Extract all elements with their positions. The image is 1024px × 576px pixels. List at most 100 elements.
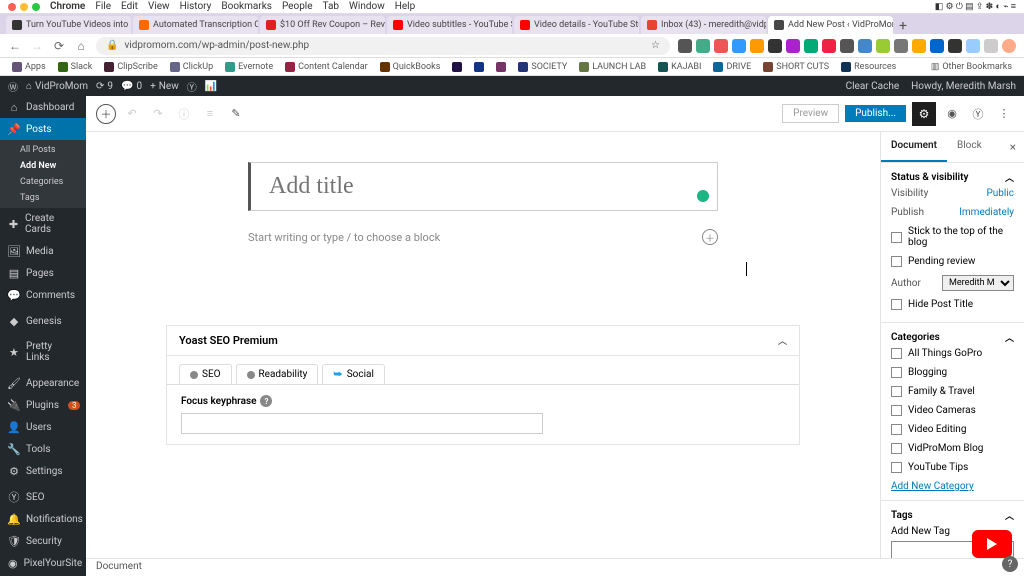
bookmark-item[interactable]: Apps [8,62,50,72]
jetpack-icon[interactable]: ◉ [942,104,962,124]
yoast-icon[interactable]: Ⓨ [968,104,988,124]
bookmark-item[interactable]: Content Calendar [281,62,372,72]
seo-icon[interactable]: Ⓨ [187,79,197,94]
bookmark-item[interactable] [448,62,466,72]
bookmark-item[interactable]: ClickUp [166,62,217,72]
yoast-tab-social[interactable]: ⮩Social [322,364,385,384]
bookmark-item[interactable]: DRIVE [709,62,755,72]
pending-checkbox[interactable] [891,256,902,267]
sidebar-subitem[interactable]: Tags [0,190,86,206]
howdy-user[interactable]: Howdy, Meredith Marsh [911,81,1016,92]
sidebar-item-dashboard[interactable]: ⌂Dashboard [0,96,86,118]
browser-tab[interactable]: Automated Transcription Check× [133,16,258,34]
outline-button[interactable]: ≡ [200,104,220,124]
add-block-button[interactable]: ＋ [96,104,116,124]
ext-icon[interactable] [894,39,908,53]
category-checkbox[interactable] [891,405,902,416]
menu-file[interactable]: File [95,1,111,12]
ext-icon[interactable] [804,39,818,53]
editor-footer[interactable]: Document [86,558,1024,576]
bookmark-item[interactable]: Evernote [221,62,277,72]
menu-tab[interactable]: Tab [323,1,339,12]
bookmark-item[interactable] [470,62,488,72]
home-button[interactable]: ⌂ [74,39,88,53]
sidebar-item-genesis[interactable]: ◆Genesis [0,310,86,332]
browser-tab[interactable]: $10 Off Rev Coupon – Rev× [260,16,385,34]
tab-block[interactable]: Block [947,132,992,162]
hide-title-checkbox[interactable] [891,299,902,310]
bookmark-item[interactable]: Slack [54,62,97,72]
category-checkbox[interactable] [891,424,902,435]
sidebar-item-pretty-links[interactable]: ★Pretty Links [0,336,86,368]
category-checkbox[interactable] [891,348,902,359]
sidebar-item-appearance[interactable]: 🖌Appearance [0,372,86,394]
ext-icon[interactable] [858,39,872,53]
post-title-input[interactable]: Add title [248,162,718,211]
sidebar-subitem[interactable]: Add New [0,158,86,174]
wp-logo[interactable]: Ⓦ [8,79,18,94]
sidebar-item-seo[interactable]: ⓎSEO [0,486,86,508]
menu-edit[interactable]: Edit [121,1,138,12]
author-select[interactable]: Meredith Marsh [942,275,1014,291]
profile-avatar[interactable] [1002,39,1016,53]
yoast-tab-seo[interactable]: SEO [179,364,232,384]
bookmark-item[interactable]: QuickBooks [376,62,445,72]
menu-bookmarks[interactable]: Bookmarks [221,1,272,12]
sidebar-item-create-cards[interactable]: ✚Create Cards [0,208,86,240]
publish-button[interactable]: Publish... [845,105,906,122]
star-icon[interactable]: ☆ [651,40,660,51]
browser-tab[interactable]: Inbox (43) - meredith@vidpro× [641,16,766,34]
ext-icon[interactable] [912,39,926,53]
sidebar-item-media[interactable]: 🖼Media [0,240,86,262]
sidebar-subitem[interactable]: All Posts [0,142,86,158]
ext-icon[interactable] [822,39,836,53]
clear-cache[interactable]: Clear Cache [846,81,900,92]
sidebar-item-pages[interactable]: ▤Pages [0,262,86,284]
menu-history[interactable]: History [180,1,212,12]
window-controls[interactable] [8,3,40,11]
stats-icon[interactable]: 📊 [205,81,217,92]
grammarly-icon[interactable] [697,190,709,202]
back-button[interactable]: ← [8,39,22,53]
comments-count[interactable]: 💬 0 [121,81,142,92]
sidebar-item-settings[interactable]: ⚙Settings [0,460,86,482]
sidebar-subitem[interactable]: Categories [0,174,86,190]
browser-tab[interactable]: Turn YouTube Videos into Blog P× [6,16,131,34]
reload-button[interactable]: ⟳ [52,39,66,53]
panel-status-header[interactable]: Status & visibility︿ [891,171,1014,184]
close-inspector[interactable]: × [1002,132,1024,162]
yoast-tab-readability[interactable]: Readability [236,364,319,384]
publish-value[interactable]: Immediately [959,207,1014,218]
bookmark-item[interactable] [492,62,510,72]
bookmark-item[interactable]: SOCIETY [514,62,571,72]
ext-icon[interactable] [930,39,944,53]
youtube-subscribe-overlay[interactable] [972,530,1012,558]
redo-button[interactable]: ↷ [148,104,168,124]
category-checkbox[interactable] [891,443,902,454]
more-menu[interactable]: ⋮ [994,104,1014,124]
menu-help[interactable]: Help [395,1,415,12]
new-tab-button[interactable]: + [895,18,911,34]
new-content[interactable]: + New [150,81,179,92]
content-placeholder[interactable]: Start writing or type / to choose a bloc… [248,229,718,245]
ext-icon[interactable] [948,39,962,53]
menu-view[interactable]: View [148,1,170,12]
forward-button[interactable]: → [30,39,44,53]
sidebar-item-security[interactable]: 🛡Security [0,530,86,552]
ext-icon[interactable] [714,39,728,53]
help-button[interactable]: ? [1002,556,1018,572]
sidebar-item-tools[interactable]: 🔧Tools [0,438,86,460]
ext-icon[interactable] [750,39,764,53]
bookmark-item[interactable]: ClipScribe [100,62,161,72]
ext-menu[interactable] [984,39,998,53]
editor-canvas[interactable]: Add title Start writing or type / to cho… [86,132,880,558]
settings-button[interactable]: ⚙ [912,102,936,126]
ext-icon[interactable] [786,39,800,53]
menu-window[interactable]: Window [349,1,385,12]
category-checkbox[interactable] [891,367,902,378]
panel-categories-header[interactable]: Categories︿ [891,331,1014,344]
info-button[interactable]: ⓘ [174,104,194,124]
ext-icon[interactable] [696,39,710,53]
ext-icon[interactable] [732,39,746,53]
site-name[interactable]: ⌂ VidProMom [26,81,88,92]
